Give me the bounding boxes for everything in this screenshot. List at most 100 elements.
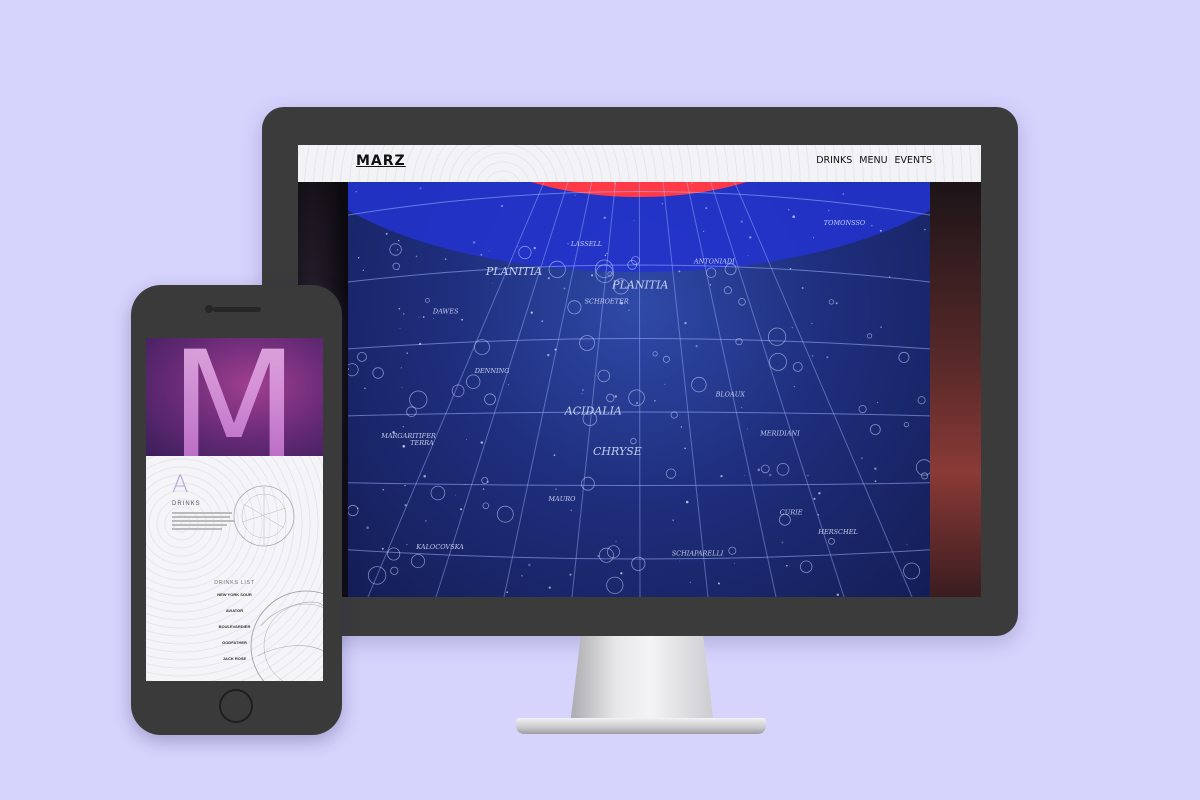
list-item[interactable]: GODFATHER: [146, 640, 323, 645]
star-speck: [491, 282, 493, 284]
star-speck: [636, 402, 638, 404]
latitude-line: [348, 482, 930, 486]
star-speck: [705, 207, 708, 210]
list-item[interactable]: NEW YORK SOUR: [146, 592, 323, 597]
star-speck: [835, 302, 838, 305]
star-speck: [793, 386, 795, 388]
star-speck: [811, 354, 814, 357]
star-speck: [906, 544, 908, 546]
crater: [580, 476, 595, 491]
star-speck: [433, 318, 435, 320]
star-speck: [818, 492, 821, 495]
star-speck: [402, 445, 406, 448]
crater: [484, 393, 496, 406]
crater: [406, 406, 417, 418]
star-speck: [419, 187, 422, 190]
star-speck: [480, 253, 483, 256]
nav-drinks[interactable]: DRINKS: [816, 155, 852, 166]
star-speck: [661, 203, 664, 205]
star-speck: [396, 248, 399, 251]
star-speck: [628, 309, 630, 311]
star-speck: [357, 257, 360, 259]
crater: [662, 355, 670, 363]
nav-menu[interactable]: MENU: [859, 155, 887, 166]
star-speck: [768, 473, 772, 477]
hero-m-glyph: M: [169, 338, 298, 456]
map-label: PLANITIA: [485, 265, 542, 278]
crater: [828, 299, 835, 305]
map-label: CHRYSE: [593, 445, 642, 458]
star-speck: [507, 384, 510, 386]
crater: [760, 464, 770, 474]
crater: [903, 562, 920, 580]
list-item[interactable]: AVIATOR: [146, 608, 323, 613]
star-speck: [786, 564, 788, 567]
star-speck: [842, 193, 845, 195]
star-speck: [402, 426, 404, 428]
star-speck: [691, 182, 693, 184]
list-item[interactable]: JACK ROSE: [146, 656, 323, 661]
star-speck: [356, 507, 359, 510]
star-speck: [486, 480, 489, 483]
crater: [776, 462, 790, 476]
crater: [898, 351, 910, 363]
star-speck: [517, 246, 519, 248]
star-speck: [555, 488, 557, 490]
star-speck: [615, 540, 617, 542]
crater: [767, 327, 787, 346]
star-speck: [399, 327, 401, 329]
star-speck: [603, 216, 606, 219]
star-speck: [633, 220, 635, 221]
crater: [728, 546, 737, 555]
desktop-monitor: MARZ DRINKS MENU EVENTS TOMONSSO ACIDALIA…: [262, 107, 1018, 636]
crater: [691, 376, 707, 393]
phone-hero: M: [146, 338, 323, 494]
star-speck: [366, 526, 369, 529]
star-speck: [581, 392, 583, 395]
star-speck: [397, 268, 399, 270]
star-speck: [461, 318, 463, 321]
map-label: SCHROETER: [585, 298, 629, 306]
map-label: HERSCHEL: [817, 528, 857, 536]
crater: [858, 405, 867, 414]
constellation-decoration: [233, 485, 323, 681]
star-speck: [482, 488, 485, 490]
site-logo[interactable]: MARZ: [356, 153, 406, 169]
star-speck: [581, 389, 584, 391]
map-label: MAURO: [547, 495, 576, 503]
star-speck: [406, 352, 408, 354]
star-speck: [401, 386, 403, 388]
nav-events[interactable]: EVENTS: [895, 155, 932, 166]
crater: [800, 560, 813, 573]
star-speck: [801, 287, 804, 289]
star-speck: [924, 228, 926, 231]
phone-home-button[interactable]: [219, 689, 253, 723]
star-speck: [620, 572, 623, 575]
star-speck: [541, 320, 544, 323]
map-label: LASSELL: [570, 240, 602, 248]
star-speck: [789, 268, 792, 270]
monitor-stand-neck: [570, 636, 714, 720]
star-speck: [685, 500, 689, 504]
star-speck: [880, 326, 882, 329]
crater: [792, 361, 803, 372]
mars-map-illustration: TOMONSSO ACIDALIA PLANITIA CHRYSE PLANITIA SC…: [348, 182, 930, 597]
list-item[interactable]: BOULEVARDIER: [146, 624, 323, 629]
map-label: KALOCOVSKA: [415, 543, 464, 551]
star-speck: [398, 240, 400, 242]
hero-mars-map: TOMONSSO ACIDALIA PLANITIA CHRYSE PLANITIA SC…: [348, 182, 930, 597]
map-label: TOMONSSO: [824, 219, 866, 227]
star-speck: [597, 555, 600, 557]
star-speck: [348, 367, 350, 371]
map-label: BLOAUX: [715, 391, 746, 399]
star-speck: [472, 241, 476, 244]
star-speck: [466, 438, 467, 440]
crater: [738, 298, 746, 306]
star-speck: [444, 258, 447, 261]
latitude-line: [348, 411, 930, 417]
crater: [465, 374, 481, 389]
star-speck: [362, 269, 364, 271]
star-speck: [553, 454, 556, 456]
map-label: PLANITIA: [611, 278, 668, 291]
crater: [670, 411, 678, 419]
